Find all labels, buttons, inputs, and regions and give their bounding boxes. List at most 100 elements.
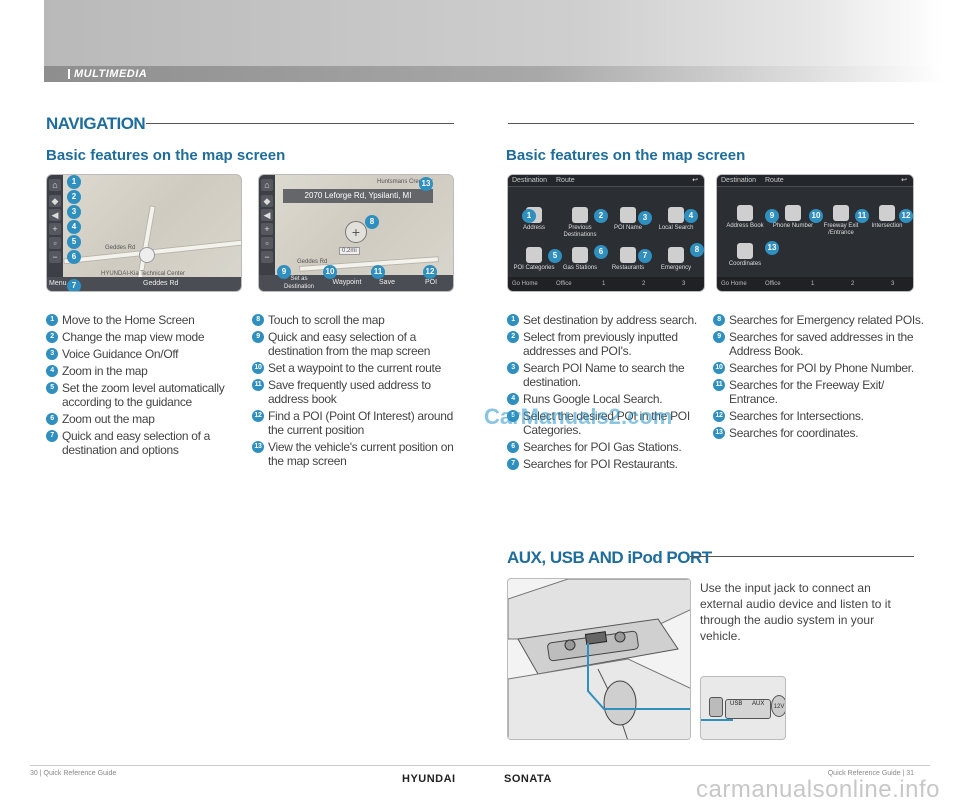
- list-item: 13 View the vehicle's current position on…: [252, 440, 460, 468]
- auto-zoom-icon[interactable]: ▫: [49, 237, 61, 249]
- auto-zoom-icon[interactable]: ▫: [261, 237, 273, 249]
- preset-1-button[interactable]: 1: [811, 277, 814, 291]
- dest-tabs: Destination Route ↩: [717, 175, 913, 187]
- callout-2: 2: [67, 190, 81, 204]
- tab-route[interactable]: Route: [765, 175, 784, 187]
- callout-5: 5: [67, 235, 81, 249]
- go-home-button[interactable]: Go Home: [721, 277, 747, 291]
- menu-button[interactable]: Menu: [49, 277, 67, 291]
- tab-destination[interactable]: Destination: [721, 175, 756, 187]
- voice-icon[interactable]: ◀: [49, 209, 61, 221]
- preset-2-button[interactable]: 2: [851, 277, 854, 291]
- callout-12: 12: [423, 265, 437, 279]
- callout-1: 1: [67, 175, 81, 189]
- zoom-in-icon[interactable]: +: [49, 223, 61, 235]
- callout-5: 5: [548, 249, 562, 263]
- back-icon[interactable]: ↩: [692, 175, 698, 187]
- list-item: 12 Find a POI (Point Of Interest) around …: [252, 409, 460, 437]
- list-item: 8 Searches for Emergency related POIs.: [713, 313, 933, 327]
- voice-icon[interactable]: ◀: [261, 209, 273, 221]
- brand-sonata: SONATA: [504, 773, 552, 785]
- list-item: 10 Searches for POI by Phone Number.: [713, 361, 933, 375]
- callout-9: 9: [277, 265, 291, 279]
- tile-coordinates[interactable]: Coordinates: [723, 243, 767, 268]
- left-subtitle: Basic features on the map screen: [46, 147, 286, 164]
- preset-1-button[interactable]: 1: [602, 277, 605, 291]
- list-item: 6 Zoom out the map: [46, 412, 251, 426]
- callout-8: 8: [690, 243, 704, 257]
- map-screenshot-2: 2070 Leforge Rd, Ypsilanti, MI Huntsmans…: [258, 174, 454, 292]
- preset-3-button[interactable]: 3: [682, 277, 685, 291]
- home-icon[interactable]: ⌂: [261, 179, 273, 191]
- callout-line: [701, 719, 733, 721]
- callout-13: 13: [765, 241, 779, 255]
- address-book-icon: [737, 205, 753, 221]
- map-side-toolbar: ⌂ ◆ ◀ + ▫ −: [47, 175, 63, 291]
- site-watermark: carmanualsonline.info: [696, 776, 940, 803]
- header-bar: [44, 66, 944, 82]
- preset-3-button[interactable]: 3: [891, 277, 894, 291]
- zoom-in-icon[interactable]: +: [261, 223, 273, 235]
- callout-10: 10: [809, 209, 823, 223]
- tile-address-book[interactable]: Address Book: [723, 205, 767, 230]
- ports-closeup: USB AUX 12V: [700, 676, 786, 740]
- aux-port: AUX: [752, 701, 765, 707]
- callout-13: 13: [419, 177, 433, 191]
- callout-6: 6: [67, 250, 81, 264]
- office-button[interactable]: Office: [765, 277, 781, 291]
- overlay-watermark: CarManuals2.com: [484, 404, 673, 429]
- legend-list-mid: 8 Touch to scroll the map 9 Quick and easy…: [252, 313, 460, 471]
- compass-icon[interactable]: ◆: [49, 195, 61, 207]
- crosshair-icon[interactable]: +: [345, 221, 367, 243]
- list-item: 11 Save frequently used address to addres…: [252, 378, 460, 406]
- google-icon: [668, 207, 684, 223]
- callout-1: 1: [522, 209, 536, 223]
- tab-route[interactable]: Route: [556, 175, 575, 187]
- preset-2-button[interactable]: 2: [642, 277, 645, 291]
- list-item: 10 Set a waypoint to the current route: [252, 361, 460, 375]
- footer-rule: [30, 765, 930, 766]
- callout-3: 3: [67, 205, 81, 219]
- list-item: 1 Set destination by address search.: [507, 313, 709, 327]
- list-item: 4 Zoom in the map: [46, 364, 251, 378]
- usb-port: USB: [730, 701, 743, 707]
- callout-9: 9: [765, 209, 779, 223]
- vehicle-marker-icon: [139, 247, 155, 263]
- go-home-button[interactable]: Go Home: [512, 277, 538, 291]
- callout-4: 4: [67, 220, 81, 234]
- callout-7: 7: [67, 279, 81, 291]
- callout-6: 6: [594, 245, 608, 259]
- back-icon[interactable]: ↩: [901, 175, 907, 187]
- callout-11: 11: [855, 209, 869, 223]
- map-side-toolbar: ⌂ ◆ ◀ + ▫ −: [259, 175, 275, 291]
- save-button[interactable]: Save: [365, 275, 409, 291]
- list-item: 5 Set the zoom level automatically accord…: [46, 381, 251, 409]
- map-screenshot-1: Geddes Rd HYUNDAI-Kia Technical Center ⌂…: [46, 174, 242, 292]
- zoom-out-icon[interactable]: −: [261, 251, 273, 263]
- list-item: 12 Searches for Intersections.: [713, 409, 933, 423]
- title-rule-right: [508, 123, 914, 124]
- home-icon[interactable]: ⌂: [49, 179, 61, 191]
- current-road: Geddes Rd: [143, 280, 179, 287]
- fork-knife-icon: [620, 247, 636, 263]
- list-item: 7 Searches for POI Restaurants.: [507, 457, 709, 471]
- shortcut-bar: Go Home Office 1 2 3: [717, 277, 913, 291]
- callout-12: 12: [899, 209, 913, 223]
- office-button[interactable]: Office: [556, 277, 572, 291]
- callout-8: 8: [365, 215, 379, 229]
- callout-2: 2: [594, 209, 608, 223]
- header-banner: [44, 0, 944, 70]
- callout-11: 11: [371, 265, 385, 279]
- console-drawing: [508, 579, 690, 739]
- list-item: 11 Searches for the Freeway Exit/ Entranc…: [713, 378, 933, 406]
- tab-destination[interactable]: Destination: [512, 175, 547, 187]
- intersection-icon: [879, 205, 895, 221]
- footer-left: 30 | Quick Reference Guide: [30, 770, 117, 777]
- distance-label: 0.2mi: [339, 247, 360, 255]
- compass-icon[interactable]: ◆: [261, 195, 273, 207]
- map-road-label: Geddes Rd: [297, 259, 328, 265]
- list-item: 9 Searches for saved addresses in the Add…: [713, 330, 933, 358]
- zoom-out-icon[interactable]: −: [49, 251, 61, 263]
- list-item: 2 Select from previously inputted address…: [507, 330, 709, 358]
- list-item: 8 Touch to scroll the map: [252, 313, 460, 327]
